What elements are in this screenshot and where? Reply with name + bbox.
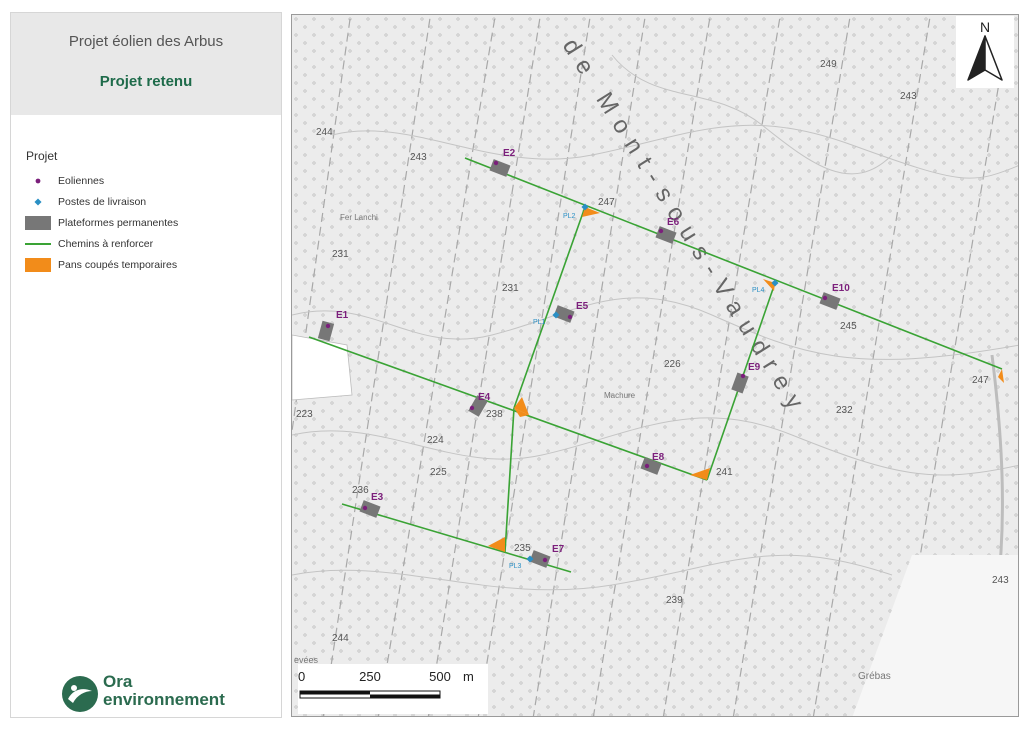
elevation-label: 239 (666, 595, 683, 606)
post-label: PL1 (533, 319, 546, 326)
elevation-label: 236 (352, 485, 369, 496)
turbine-label: E8 (652, 452, 665, 463)
turbine-label: E1 (336, 310, 349, 321)
legend-label: Chemins à renforcer (58, 238, 154, 250)
map-frame[interactable]: de Mont-sous-Vaudrey Machure Grébas Fer … (291, 14, 1019, 717)
turbine-label: E6 (667, 217, 680, 228)
elevation-label: 238 (486, 409, 503, 420)
map-title: Projet éolien des Arbus (68, 33, 224, 50)
legend-title: Projet (26, 149, 58, 163)
legend-label: Pans coupés temporaires (58, 259, 178, 271)
turbine-dot[interactable] (567, 314, 573, 320)
legend-label: Plateformes permanentes (58, 217, 179, 229)
elevation-label: 243 (992, 575, 1009, 586)
turbine-label: E5 (576, 301, 589, 312)
logo-text: Ora environnement (103, 673, 225, 709)
elevation-label: 224 (427, 435, 444, 446)
elevation-label: 244 (332, 633, 349, 644)
elevation-label: 231 (332, 249, 349, 260)
turbine-label: E3 (371, 492, 384, 503)
gray-rect-icon (25, 216, 51, 230)
scale-tick-label: 250 (359, 669, 381, 684)
turbine-dot[interactable] (822, 295, 828, 301)
elevation-label: 226 (664, 359, 681, 370)
north-arrow: N (956, 16, 1014, 88)
green-line-icon (25, 243, 51, 245)
elevation-label: 225 (430, 467, 447, 478)
ora-logo: Ora environnement (61, 673, 261, 717)
scale-bar-graphic: 0 250 500 m (298, 669, 474, 699)
elevation-label: 245 (840, 321, 857, 332)
elevation-label: 247 (972, 375, 989, 386)
elevation-label: 223 (296, 409, 313, 420)
ora-logo-icon (62, 676, 98, 712)
clearing-area (292, 334, 353, 401)
turbine-dot[interactable] (469, 405, 475, 411)
elevation-label: 244 (316, 127, 333, 138)
turbine-dot[interactable] (493, 160, 499, 166)
map-subtitle: Projet retenu (99, 73, 193, 90)
turbine-label: E9 (748, 362, 761, 373)
logo-line2: environnement (103, 690, 225, 709)
north-arrow-icon: N (967, 19, 1003, 81)
turbine-dot[interactable] (740, 373, 746, 379)
elevation-label: 232 (836, 405, 853, 416)
turbine-label: E7 (552, 544, 565, 555)
turbine-dot[interactable] (325, 323, 331, 329)
turbine-dot[interactable] (658, 228, 664, 234)
orange-rect-icon (25, 258, 51, 272)
legend-label: Postes de livraison (58, 196, 147, 208)
post-label: PL3 (509, 563, 522, 570)
place-label-fer-lanchi: Fer Lanchi (340, 213, 378, 222)
logo-line1: Ora (103, 672, 133, 691)
scale-bar: 0 250 500 m (298, 664, 488, 714)
elevation-label: 241 (716, 467, 733, 478)
elevation-label: 249 (820, 59, 837, 70)
legend-label: Eoliennes (58, 175, 105, 187)
scale-tick-label: 0 (298, 669, 305, 684)
turbine-dot[interactable] (644, 463, 650, 469)
post-label: PL2 (563, 213, 576, 220)
elevation-label: 247 (514, 715, 531, 717)
scale-unit: m (463, 669, 474, 684)
dot-icon (35, 178, 41, 184)
legend-panel: Projet éolien des Arbus Projet retenu Pr… (10, 12, 282, 718)
map-canvas[interactable]: de Mont-sous-Vaudrey Machure Grébas Fer … (292, 15, 1019, 717)
elevation-label: 247 (598, 197, 615, 208)
elevation-label: 231 (502, 283, 519, 294)
diamond-icon (34, 198, 42, 206)
place-label-machure: Machure (604, 391, 636, 400)
post-label: PL4 (752, 287, 765, 294)
turbine-dot[interactable] (362, 505, 368, 511)
place-label-grebas: Grébas (858, 671, 891, 682)
turbine-label: E4 (478, 392, 491, 403)
elevation-label: 243 (410, 152, 427, 163)
elevation-label: 235 (514, 543, 531, 554)
north-label: N (980, 19, 990, 35)
turbine-label: E2 (503, 148, 516, 159)
turbine-label: E10 (832, 283, 850, 294)
scale-tick-label: 500 (429, 669, 451, 684)
title-box: Projet éolien des Arbus Projet retenu (11, 13, 281, 115)
elevation-label: 243 (900, 91, 917, 102)
turbine-dot[interactable] (542, 557, 548, 563)
